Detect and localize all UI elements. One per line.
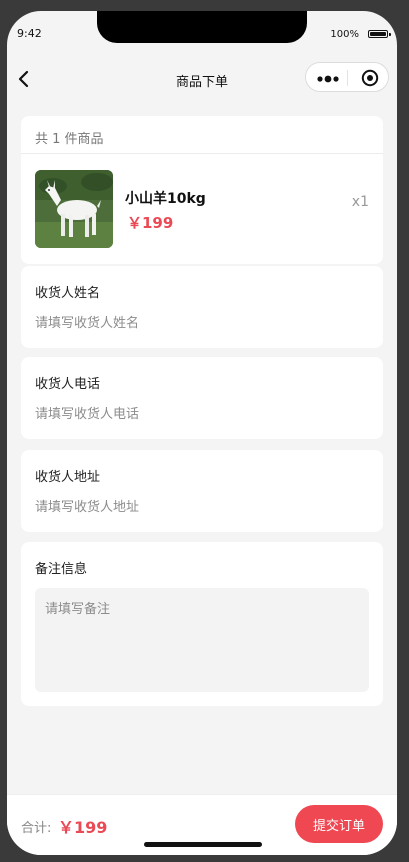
goods-quantity: x1 xyxy=(351,194,369,210)
target-circle-icon[interactable] xyxy=(361,69,379,87)
receiver-name-input[interactable] xyxy=(35,312,355,334)
submit-order-button[interactable]: 提交订单 xyxy=(295,805,383,843)
remark-label: 备注信息 xyxy=(35,562,88,577)
goods-image[interactable] xyxy=(35,170,113,248)
total-value: ￥199 xyxy=(58,818,108,837)
receiver-address-label: 收货人地址 xyxy=(35,470,101,485)
goods-name: 小山羊10kg xyxy=(125,191,206,207)
battery-icon xyxy=(368,30,391,38)
phone-screen: 9:42 100% 商品下单 共 1 件商品 小山羊10kg ￥199 x1 收… xyxy=(7,11,397,855)
receiver-phone-label: 收货人电话 xyxy=(35,377,101,392)
receiver-address-input[interactable] xyxy=(35,496,355,518)
goods-price: ￥199 xyxy=(127,214,174,232)
home-indicator[interactable] xyxy=(144,842,262,847)
order-footer: 合计: ￥199 提交订单 xyxy=(7,794,397,855)
remark-textarea[interactable] xyxy=(35,588,369,692)
total-label: 合计: xyxy=(21,821,52,836)
receiver-address-card: 收货人地址 xyxy=(21,450,383,532)
mini-program-capsule xyxy=(305,62,389,92)
battery-percent: 100% xyxy=(330,29,359,40)
divider xyxy=(21,153,383,154)
remark-card: 备注信息 xyxy=(21,542,383,706)
receiver-name-label: 收货人姓名 xyxy=(35,286,101,301)
receiver-name-card: 收货人姓名 xyxy=(21,266,383,348)
navigation-bar: 商品下单 xyxy=(7,59,397,99)
status-time: 9:42 xyxy=(17,27,42,40)
more-dots-icon[interactable] xyxy=(316,71,340,85)
goods-card: 共 1 件商品 小山羊10kg ￥199 x1 xyxy=(21,116,383,264)
device-notch xyxy=(97,11,307,43)
receiver-phone-card: 收货人电话 xyxy=(21,357,383,439)
goods-count: 共 1 件商品 xyxy=(35,132,104,147)
receiver-phone-input[interactable] xyxy=(35,403,355,425)
battery-fill xyxy=(370,32,386,36)
white-goat-photo xyxy=(35,170,113,248)
